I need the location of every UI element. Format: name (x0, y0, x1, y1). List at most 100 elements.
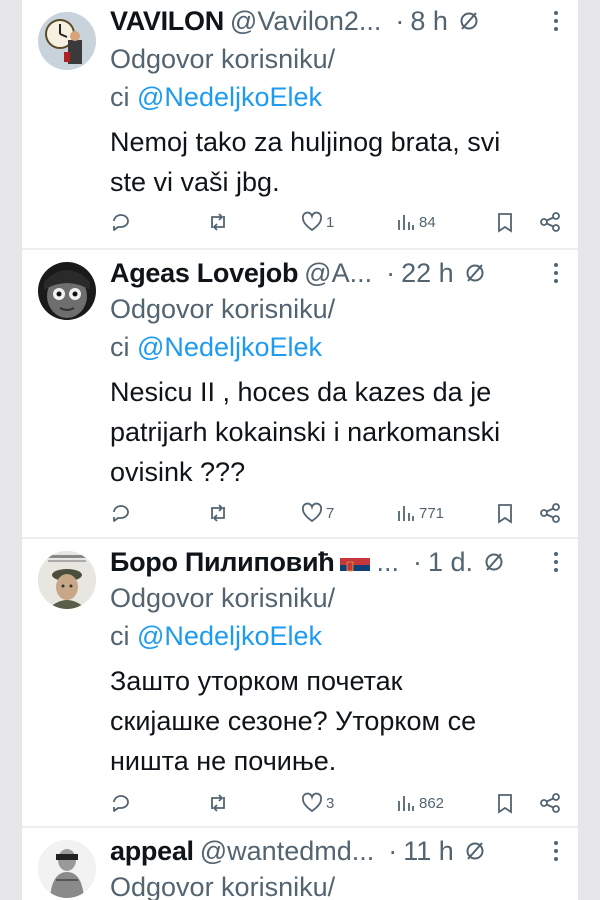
tweet-text-line: ovisink ??? (110, 457, 246, 487)
like-button[interactable]: 3 (301, 790, 334, 816)
repost-button[interactable] (207, 209, 229, 235)
more-icon[interactable] (552, 545, 560, 579)
timestamp[interactable]: 8 h (410, 4, 448, 38)
reply-button[interactable] (110, 790, 132, 816)
mention-link[interactable]: @NedeljkoElek (137, 332, 322, 362)
like-icon (301, 792, 323, 813)
display-name[interactable]: Ageas Lovejob (110, 256, 298, 290)
bookmark-button[interactable] (495, 500, 515, 526)
repost-button[interactable] (207, 790, 229, 816)
share-button[interactable] (538, 790, 562, 816)
tweet-header: Ageas Lovejob @A... · 22 h (110, 256, 566, 290)
share-icon (540, 212, 560, 232)
like-button[interactable]: 1 (301, 209, 334, 235)
reply-prefix: Odgovor korisniku/ (110, 44, 336, 74)
tweet-text-line: Nesicu II , hoces da kazes da je (110, 377, 492, 407)
action-bar: 7 771 (110, 500, 570, 526)
reply-context: Odgovor korisniku/ ci @NedeljkoElek (110, 40, 558, 116)
user-handle[interactable]: @Vavilon2... (230, 4, 381, 38)
avatar[interactable] (38, 840, 96, 898)
like-count: 7 (326, 504, 335, 522)
separator-dot: · (386, 258, 396, 288)
bookmark-button[interactable] (495, 790, 515, 816)
share-button[interactable] (538, 209, 562, 235)
tweet-header: appeal @wantedmd... · 11 h (110, 834, 566, 868)
bookmark-icon (498, 794, 512, 814)
display-name[interactable]: VAVILON (110, 4, 224, 38)
mention-link[interactable]: @NedeljkoElek (137, 621, 322, 651)
bookmark-icon (498, 213, 512, 233)
like-icon (301, 211, 323, 232)
more-icon[interactable] (552, 834, 560, 868)
more-icon[interactable] (552, 4, 560, 38)
bookmark-button[interactable] (495, 209, 515, 235)
grok-icon[interactable] (464, 262, 486, 284)
view-count: 771 (419, 504, 445, 522)
reply-prefix: Odgovor korisniku/ (110, 583, 336, 613)
user-handle[interactable]: ... (376, 545, 399, 579)
views-button[interactable]: 84 (396, 209, 436, 235)
tweet-text-line: Nemoj tako za huljinog brata, svi (110, 127, 501, 157)
avatar[interactable] (38, 12, 96, 70)
tweet-text: Зашто уторком почетак скијашке сезоне? У… (110, 661, 554, 781)
reply-prefix-ci: ci (110, 332, 130, 362)
reply-button[interactable] (110, 209, 132, 235)
tweet-header: VAVILON @Vavilon2... · 8 h (110, 4, 566, 38)
avatar-soldier-image (38, 551, 96, 609)
tweet-text-line: Зашто уторком почетак (110, 666, 403, 696)
share-icon (540, 503, 560, 523)
avatar[interactable] (38, 551, 96, 609)
views-button[interactable]: 771 (396, 500, 444, 526)
reply-icon (113, 214, 129, 231)
repost-button[interactable] (207, 500, 229, 526)
share-button[interactable] (538, 500, 562, 526)
like-icon (301, 502, 323, 523)
like-button[interactable]: 7 (301, 500, 334, 526)
action-bar: 1 84 (110, 209, 570, 235)
display-name[interactable]: appeal (110, 834, 194, 868)
tweet[interactable]: appeal @wantedmd... · 11 h Odgovor koris… (22, 828, 578, 900)
avatar[interactable] (38, 262, 96, 320)
separator-dot: · (395, 6, 405, 36)
action-bar: 3 862 (110, 790, 570, 816)
avatar-face-image (38, 262, 96, 320)
like-count: 1 (326, 213, 335, 231)
reply-context: Odgovor korisniku/ ci @NedeljkoElek (110, 290, 558, 366)
grok-icon[interactable] (483, 551, 505, 573)
reply-prefix-ci: ci (110, 621, 130, 651)
views-button[interactable]: 862 (396, 790, 444, 816)
user-handle[interactable]: @wantedmd... (200, 834, 375, 868)
views-icon (398, 796, 414, 811)
reply-context: Odgovor korisniku/ ci @NedeljkoElek (110, 579, 558, 655)
tweet[interactable]: Боро Пилиповић ... · 1 d. Odgovor korisn… (22, 539, 578, 826)
tweet-text-line: ste vi vaši jbg. (110, 167, 280, 197)
timestamp[interactable]: 22 h (401, 256, 454, 290)
tweet-text-line: ништа не почиње. (110, 746, 337, 776)
serbia-flag-icon (340, 552, 371, 578)
reply-context: Odgovor korisniku/ (110, 868, 558, 900)
display-name[interactable]: Боро Пилиповић (110, 545, 335, 579)
bookmark-icon (498, 504, 512, 524)
mention-link[interactable]: @NedeljkoElek (137, 82, 322, 112)
separator-dot: · (388, 836, 398, 866)
reply-icon (113, 795, 129, 812)
separator-dot: · (412, 547, 422, 577)
tweet[interactable]: VAVILON @Vavilon2... · 8 h Odgovor koris… (22, 0, 578, 248)
timestamp[interactable]: 1 d. (428, 545, 473, 579)
user-handle[interactable]: @A... (304, 256, 372, 290)
reply-prefix: Odgovor korisniku/ (110, 872, 336, 900)
grok-icon[interactable] (464, 840, 486, 862)
reply-button[interactable] (110, 500, 132, 526)
timestamp[interactable]: 11 h (403, 834, 454, 868)
avatar-clock-image (38, 12, 96, 70)
reply-icon (113, 505, 129, 522)
repost-icon (211, 504, 225, 522)
tweet[interactable]: Ageas Lovejob @A... · 22 h Odgovor koris… (22, 250, 578, 537)
views-icon (398, 215, 414, 230)
avatar-person-image (38, 840, 96, 898)
more-icon[interactable] (552, 256, 560, 290)
views-icon (398, 506, 414, 521)
tweet-text: Nesicu II , hoces da kazes da je patrija… (110, 372, 554, 492)
tweet-text-line: скијашке сезоне? Уторком се (110, 706, 477, 736)
grok-icon[interactable] (458, 10, 480, 32)
